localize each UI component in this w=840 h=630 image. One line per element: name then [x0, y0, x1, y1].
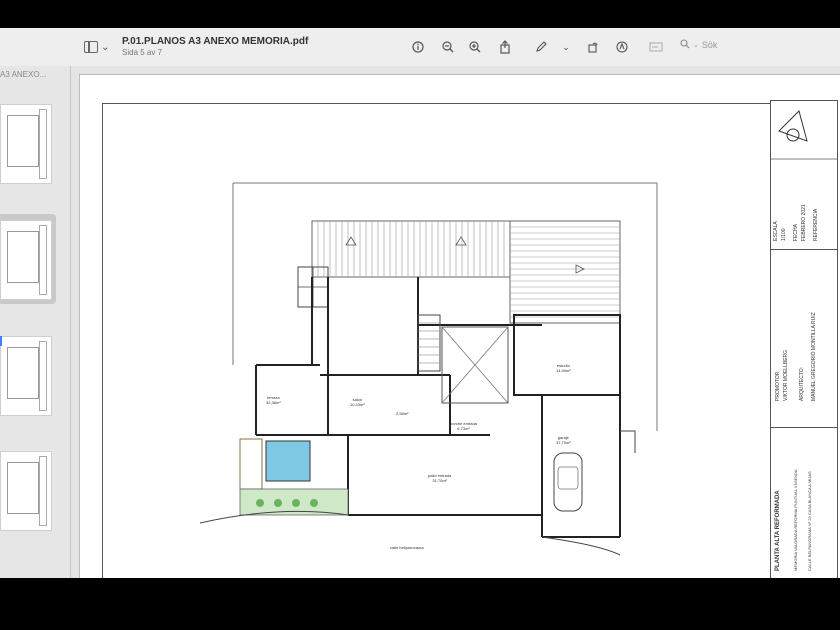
fecha-label: FECHA [793, 224, 799, 241]
info-icon[interactable] [410, 39, 426, 55]
roof-hatching [317, 221, 505, 277]
slope-arrow [345, 236, 467, 246]
room-bath-area: 2,58m² [396, 411, 409, 416]
escala-label: ESCALA [773, 221, 779, 241]
terrace-edge [620, 430, 636, 453]
thumbnail-title-block [39, 225, 47, 295]
arquitecto-label: ARQUITECTO: [799, 366, 805, 401]
promotor-value: VIKTOR MOELLBERG [783, 349, 789, 401]
pdf-viewer-window: ⌄ P.01.PLANOS A3 ANEXO MEMORIA.pdf Sida … [0, 28, 840, 578]
ref-label: REFERENCIA [813, 208, 819, 241]
zoom-out-icon[interactable] [440, 39, 456, 55]
thumbnail-plan [7, 115, 39, 167]
divider [771, 427, 837, 428]
thumbnail-plan [7, 462, 39, 514]
room-area: 31,70m² [432, 478, 448, 483]
pdf-page: terraza 32,38m² salon 10,43m² 2,58m² por… [79, 74, 840, 578]
room-area: 10,43m² [350, 402, 365, 407]
room-terraza: terraza 32,38m² [266, 395, 281, 405]
chevron-down-icon: ⌄ [693, 42, 699, 49]
search-field[interactable]: ⌄ Sök [680, 39, 717, 51]
search-placeholder: Sök [701, 40, 718, 50]
annotate-icon[interactable] [614, 39, 630, 55]
street-edge-right [541, 536, 621, 556]
thumbnail-plan [7, 347, 39, 399]
thumbnail-title-block [39, 341, 47, 411]
arquitecto-value: MANUEL GREGORIO MONTILLA RUIZ [811, 312, 817, 401]
thumbnail-sidebar: A3 ANEXO... [0, 66, 71, 578]
room-estudio: estudio 14,90m² [556, 363, 571, 373]
room-porche: porche entrada 6,73m² [450, 421, 477, 431]
page-thumbnail[interactable] [0, 336, 52, 416]
form-icon[interactable] [648, 39, 664, 55]
page-thumbnail[interactable] [0, 451, 52, 531]
title-block: ESCALA 1/100 FECHA FEBRERO 2021 REFERENC… [770, 100, 838, 578]
zoom-in-icon[interactable] [467, 39, 483, 55]
sidebar-document-title: A3 ANEXO... [0, 70, 47, 79]
room-patio: patio entrada 31,70m² [428, 473, 451, 483]
selection-marker [0, 336, 2, 346]
sidebar-toggle-button[interactable]: ⌄ [84, 39, 114, 55]
promotor-label: PROMOTOR: [775, 370, 781, 401]
rotate-icon[interactable] [585, 39, 601, 55]
divider [771, 249, 837, 250]
document-title: P.01.PLANOS A3 ANEXO MEMORIA.pdf [122, 36, 309, 47]
fecha-value: FEBRERO 2021 [801, 204, 807, 241]
room-salon: salon 10,43m² [350, 397, 365, 407]
room-area: 6,73m² [457, 426, 470, 431]
roof-hatch-right [509, 220, 621, 324]
thumbnail-title-block [39, 109, 47, 179]
markup-pen-icon[interactable] [533, 39, 549, 55]
site-boundary [233, 182, 658, 431]
room-area: 14,90m² [556, 368, 571, 373]
pool [265, 440, 311, 482]
memoria-text: MEMORIA VALORADA REFORMA PUNTUAL VIVIEND… [793, 469, 798, 571]
direccion-text: CALLE BELPANORAMA Nº 23 CASA BLANCA A MI… [807, 471, 812, 571]
deck [239, 438, 263, 490]
room-area: 32,38m² [266, 400, 281, 405]
sidebar-icon [84, 41, 98, 53]
share-icon[interactable] [497, 39, 513, 55]
chevron-down-icon: ⌄ [101, 41, 110, 53]
floor-plan-drawing [199, 182, 658, 556]
thumbnail-title-block [39, 456, 47, 526]
architect-logo [771, 110, 837, 160]
thumbnail-plan [7, 231, 39, 283]
staircase [417, 314, 441, 372]
page-thumbnail[interactable] [0, 104, 52, 184]
chevron-down-icon[interactable]: ⌄ [558, 39, 574, 55]
page-thumbnail-selected[interactable] [0, 220, 52, 300]
page-indicator: Sida 5 av 7 [122, 48, 163, 57]
search-icon [680, 39, 690, 51]
document-viewport[interactable]: terraza 32,38m² salon 10,43m² 2,58m² por… [71, 66, 840, 578]
roof-hatching-horizontal [510, 226, 620, 318]
toolbar: ⌄ P.01.PLANOS A3 ANEXO MEMORIA.pdf Sida … [0, 28, 840, 67]
escala-value: 1/100 [781, 228, 787, 241]
room-garaje: garaje 37,70m² [556, 435, 571, 445]
street-name: calle bellpanorama [390, 545, 424, 550]
plano-title: PLANTA ALTA REFORMADA [775, 490, 781, 571]
room-area: 37,70m² [556, 440, 571, 445]
